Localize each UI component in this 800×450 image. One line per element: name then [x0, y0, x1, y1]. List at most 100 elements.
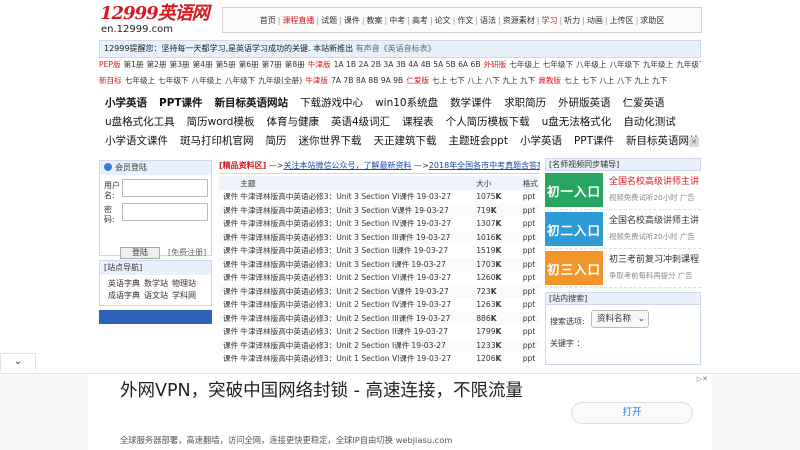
- featured-link[interactable]: win10系统盘: [369, 95, 444, 110]
- ad-open-button[interactable]: 打开: [571, 402, 693, 424]
- search-option-select[interactable]: 资料名称 ⌄: [591, 310, 649, 328]
- site-nav-link[interactable]: 学科网: [172, 291, 196, 300]
- row-title[interactable]: 牛津译林版高中英语必修3：Unit 3 Section III课件: [240, 233, 414, 242]
- register-link[interactable]: [免费注册]: [168, 247, 206, 258]
- featured-link[interactable]: PPT课件: [568, 133, 620, 148]
- site-nav-link[interactable]: 成语字典: [108, 291, 140, 300]
- row-title[interactable]: 牛津译林版高中英语必修3：Unit 3 Section VI课件: [240, 192, 414, 201]
- featured-link[interactable]: 简历word模板: [181, 114, 261, 129]
- featured-link[interactable]: 课程表: [396, 114, 440, 129]
- featured-link[interactable]: 新目标英语网站: [209, 95, 295, 110]
- version-link[interactable]: 九年级下: [676, 60, 701, 69]
- version-label[interactable]: 牛津版: [308, 60, 331, 69]
- tutoring-entry[interactable]: 初二入口 全国名校高级讲师主讲 视频免费试听20小时 广告: [545, 210, 701, 249]
- version-link[interactable]: 七年级上: [509, 60, 539, 69]
- password-input[interactable]: [122, 203, 208, 221]
- tutoring-entry-headline[interactable]: 全国名校高级讲师主讲: [609, 176, 699, 189]
- nav-item[interactable]: 教案: [365, 15, 385, 26]
- version-link[interactable]: 七年级上: [125, 76, 155, 85]
- exam-link[interactable]: 2018年全国各市中考真题含答案: [429, 161, 540, 170]
- featured-link[interactable]: 简历: [260, 133, 293, 148]
- featured-link[interactable]: 迷你世界下载: [293, 133, 368, 148]
- nav-item[interactable]: 课程直播: [280, 15, 316, 26]
- featured-link[interactable]: 主题班会ppt: [443, 133, 514, 148]
- version-link[interactable]: 第5册: [216, 60, 236, 69]
- featured-link[interactable]: 下载游戏中心: [294, 95, 369, 110]
- featured-link[interactable]: PPT课件: [153, 95, 209, 110]
- tutoring-entry-button[interactable]: 初三入口: [545, 251, 603, 285]
- nav-item[interactable]: 求助区: [638, 15, 666, 26]
- ad-content[interactable]: 外网VPN，突破中国网络封锁 - 高速连接，不限流量 全球服务器部署，高速翻墙，…: [88, 374, 712, 450]
- row-title[interactable]: 牛津译林版高中英语必修3：Unit 2 Section VI课件: [240, 273, 414, 282]
- featured-link[interactable]: 天正建筑下载: [368, 133, 443, 148]
- featured-link[interactable]: 个人简历模板下载: [440, 114, 536, 129]
- nav-item[interactable]: 听力: [562, 15, 582, 26]
- row-title[interactable]: 牛津译林版高中英语必修3：Unit 2 Section III课件: [240, 314, 414, 323]
- nav-item[interactable]: 动画: [585, 15, 605, 26]
- row-title[interactable]: 牛津译林版高中英语必修3：Unit 2 Section V课件: [240, 287, 412, 296]
- site-nav-link[interactable]: 物理站: [172, 279, 196, 288]
- notice-link[interactable]: 有声音《英语音标表》: [356, 44, 436, 53]
- nav-item[interactable]: 上传区: [608, 15, 636, 26]
- version-link[interactable]: 第2册: [147, 60, 167, 69]
- adchoices-icon[interactable]: ▷✕: [697, 375, 708, 383]
- nav-item[interactable]: 论文: [433, 15, 453, 26]
- tutoring-entry-button[interactable]: 初一入口: [545, 173, 603, 207]
- row-title[interactable]: 牛津译林版高中英语必修3：Unit 3 Section IV课件: [240, 219, 414, 228]
- site-logo[interactable]: 12999英语网 en.12999.com: [100, 4, 220, 36]
- row-title[interactable]: 牛津译林版高中英语必修3：Unit 3 Section V课件: [240, 206, 412, 215]
- nav-item[interactable]: 作文: [455, 15, 475, 26]
- site-nav-link[interactable]: 语文站: [144, 291, 168, 300]
- nav-item[interactable]: 高考: [410, 15, 430, 26]
- collapse-ad-button[interactable]: ⌄: [0, 353, 36, 371]
- username-input[interactable]: [122, 179, 208, 197]
- nav-item[interactable]: 资源素材: [501, 15, 537, 26]
- nav-item[interactable]: 课件: [342, 15, 362, 26]
- version-link[interactable]: 第6册: [239, 60, 259, 69]
- row-title[interactable]: 牛津译林版高中英语必修3：Unit 3 Section I课件: [240, 260, 409, 269]
- version-link[interactable]: 7A 7B 8A 8B 9A 9B: [331, 76, 403, 85]
- row-title[interactable]: 牛津译林版高中英语必修3：Unit 2 Section IV课件: [240, 300, 414, 309]
- version-link[interactable]: 八年级下: [225, 76, 255, 85]
- featured-link[interactable]: 体育与健康: [260, 114, 325, 129]
- featured-link[interactable]: 小学英语: [99, 95, 153, 110]
- featured-link[interactable]: 数学课件: [444, 95, 498, 110]
- version-link[interactable]: 七年级下: [543, 60, 573, 69]
- featured-link[interactable]: 外研版英语: [552, 95, 617, 110]
- featured-link[interactable]: 自动化测试: [617, 114, 682, 129]
- featured-link[interactable]: u盘格式化工具: [99, 114, 181, 129]
- version-link[interactable]: 第1册: [124, 60, 144, 69]
- wechat-link[interactable]: 关注本站微信公众号，了解最新资料: [284, 161, 412, 170]
- version-label[interactable]: 冀教版: [538, 76, 561, 85]
- nav-item[interactable]: 学习: [539, 15, 559, 26]
- row-title[interactable]: 牛津译林版高中英语必修3：Unit 2 Section I课件: [240, 341, 409, 350]
- version-link[interactable]: 九年级上: [643, 60, 673, 69]
- version-link[interactable]: 第4册: [193, 60, 213, 69]
- version-link[interactable]: 1A 1B 2A 2B 3A 3B 4A 4B 5A 5B 6A 6B: [334, 60, 481, 69]
- version-label[interactable]: 外研版: [484, 60, 507, 69]
- ad-title[interactable]: 外网VPN，突破中国网络封锁 - 高速连接，不限流量: [120, 379, 550, 403]
- nav-item[interactable]: 试题: [319, 15, 339, 26]
- version-link[interactable]: 九年级(全册): [258, 76, 302, 85]
- version-link[interactable]: 七上 七下 八上 八下 九上 九下: [432, 76, 535, 85]
- tutoring-entry-headline[interactable]: 初三考前复习冲刺课程: [609, 254, 699, 267]
- version-link[interactable]: 七年级下: [158, 76, 188, 85]
- site-nav-link[interactable]: 数学站: [144, 279, 168, 288]
- nav-item[interactable]: 中考: [387, 15, 407, 26]
- nav-item[interactable]: 语法: [478, 15, 498, 26]
- version-link[interactable]: 七上 七下 八上 八下 九上 九下: [564, 76, 667, 85]
- version-link[interactable]: 第3册: [170, 60, 190, 69]
- featured-link[interactable]: u盘无法格式化: [536, 114, 618, 129]
- row-title[interactable]: 牛津译林版高中英语必修3：Unit 3 Section II课件: [240, 246, 411, 255]
- version-label[interactable]: 仁爱版: [406, 76, 429, 85]
- row-title[interactable]: 牛津译林版高中英语必修3：Unit 2 Section II课件: [240, 327, 411, 336]
- version-label[interactable]: 牛津版: [305, 76, 328, 85]
- ad-close-icon[interactable]: ✕: [689, 137, 699, 147]
- featured-link[interactable]: 小学语文课件: [99, 133, 174, 148]
- version-link[interactable]: 八年级上: [576, 60, 606, 69]
- tutoring-entry[interactable]: 初一入口 全国名校高级讲师主讲 视频免费试听20小时 广告: [545, 171, 701, 210]
- featured-link[interactable]: 仁爱英语: [617, 95, 671, 110]
- tutoring-entry-button[interactable]: 初二入口: [545, 212, 603, 246]
- version-link[interactable]: 八年级下: [609, 60, 639, 69]
- version-link[interactable]: 第8册: [285, 60, 305, 69]
